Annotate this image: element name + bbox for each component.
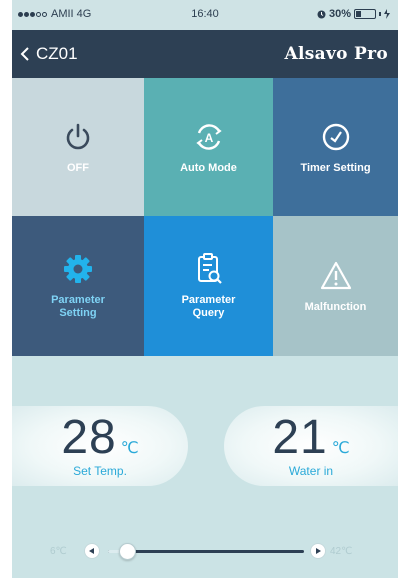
water-in-value: 21 [272, 411, 328, 464]
timer-setting-tile[interactable]: Timer Setting [273, 78, 398, 216]
brand-title: Alsavo Pro [284, 44, 388, 64]
alarm-icon [317, 10, 326, 18]
set-temp-unit: ℃ [120, 440, 139, 457]
tile-label-off: OFF [67, 161, 89, 174]
malfunction-tile[interactable]: Malfunction [273, 216, 398, 356]
slider-track[interactable] [108, 550, 304, 553]
parameter-setting-tile[interactable]: Parameter Setting [12, 216, 144, 356]
set-temp-display[interactable]: 28 ℃ Set Temp. [12, 406, 188, 486]
gear-icon [62, 252, 94, 286]
clock-icon [320, 120, 352, 154]
tile-label-auto-mode: Auto Mode [180, 161, 237, 174]
power-icon [62, 120, 94, 154]
power-off-tile[interactable]: OFF [12, 78, 144, 216]
app-screen: AMII 4G 16:40 30% CZ01 Alsavo Pro OFF A [12, 0, 398, 578]
app-header: CZ01 Alsavo Pro [12, 30, 398, 78]
auto-mode-icon: A [192, 120, 226, 154]
device-name: CZ01 [36, 44, 78, 63]
set-temp-label: Set Temp. [73, 464, 127, 478]
warning-icon [319, 259, 353, 293]
tile-label-malfunction: Malfunction [304, 300, 367, 313]
tile-label-parameter-setting: Parameter Setting [51, 294, 105, 319]
function-grid: OFF A Auto Mode Timer Setting Parameter … [12, 78, 398, 356]
battery-percent: 30% [328, 8, 351, 20]
set-temp-value: 28 [61, 411, 117, 464]
water-in-display: 21 ℃ Water in [224, 406, 398, 486]
decrease-button[interactable] [84, 543, 100, 559]
parameter-query-tile[interactable]: Parameter Query [144, 216, 273, 356]
clipboard-search-icon [193, 252, 225, 286]
tile-label-parameter-query: Parameter Query [181, 294, 236, 319]
water-in-unit: ℃ [331, 440, 350, 457]
triangle-left-icon [89, 548, 94, 554]
back-button[interactable]: CZ01 [20, 30, 78, 78]
temperature-slider[interactable]: 6℃ 42℃ [12, 542, 398, 564]
auto-mode-tile[interactable]: A Auto Mode [144, 78, 273, 216]
svg-text:A: A [204, 131, 213, 145]
battery-icon [354, 9, 376, 19]
slider-max-label: 42℃ [330, 546, 353, 557]
status-bar: AMII 4G 16:40 30% [12, 0, 398, 30]
slider-min-label: 6℃ [50, 546, 67, 557]
water-in-label: Water in [288, 464, 334, 478]
chevron-left-icon [20, 47, 29, 61]
triangle-right-icon [316, 548, 321, 554]
charging-icon [384, 9, 390, 19]
tile-label-timer-setting: Timer Setting [300, 161, 371, 174]
increase-button[interactable] [310, 543, 326, 559]
slider-thumb[interactable] [119, 543, 137, 560]
temperature-panel: 28 ℃ Set Temp. 21 ℃ Water in 6℃ 42℃ [12, 356, 398, 578]
